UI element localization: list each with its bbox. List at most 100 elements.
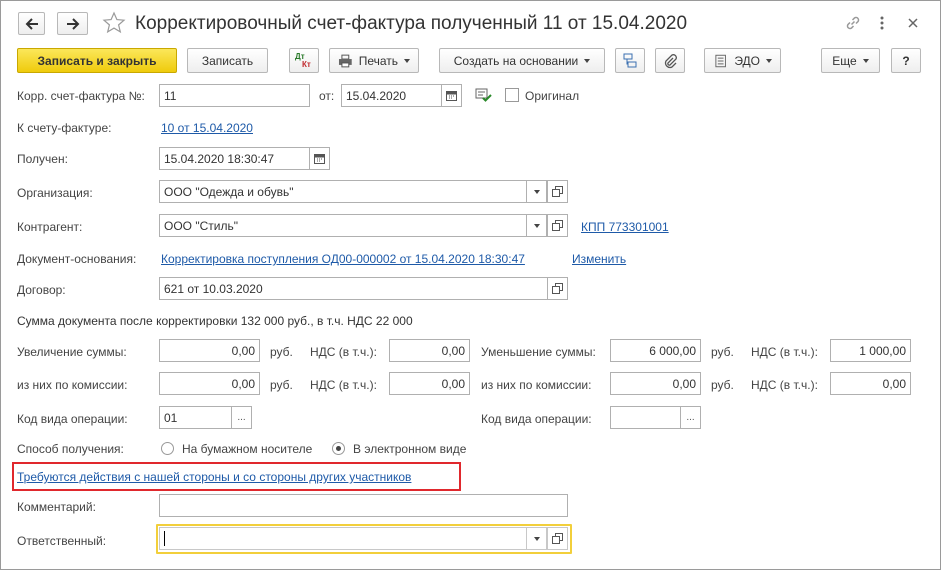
- change-link[interactable]: Изменить: [572, 252, 626, 266]
- chevron-down-icon: [404, 58, 410, 63]
- link-icon[interactable]: [844, 14, 862, 32]
- original-checkbox[interactable]: [505, 88, 519, 102]
- chevron-down-icon: [533, 223, 540, 228]
- rub-label: руб.: [711, 378, 734, 392]
- contractor-open-button[interactable]: [547, 214, 568, 237]
- responsible-label: Ответственный:: [17, 534, 107, 548]
- increase-commission-input[interactable]: 0,00: [159, 372, 260, 395]
- chevron-down-icon: [584, 58, 591, 63]
- basis-document-label: Документ-основания:: [17, 252, 137, 266]
- from-label: от:: [319, 89, 335, 103]
- more-button[interactable]: Еще: [821, 48, 880, 73]
- printer-icon: [338, 54, 352, 67]
- help-button[interactable]: ?: [891, 48, 921, 73]
- edo-icon: [715, 54, 726, 67]
- corr-number-input[interactable]: 11: [159, 84, 310, 107]
- dt-kt-button[interactable]: Дт Кт: [289, 48, 319, 73]
- increase-sum-label: Увеличение суммы:: [17, 345, 127, 359]
- more-vert-icon[interactable]: [875, 14, 889, 32]
- required-actions-link[interactable]: Требуются действия с нашей стороны и со …: [17, 470, 411, 484]
- decrease-commission-input[interactable]: 0,00: [610, 372, 701, 395]
- date-input[interactable]: 15.04.2020: [341, 84, 442, 107]
- increase-sum-input[interactable]: 0,00: [159, 339, 260, 362]
- document-sum-text: Сумма документа после корректировки 132 …: [17, 314, 413, 328]
- save-button[interactable]: Записать: [187, 48, 268, 73]
- structure-icon: [623, 53, 637, 67]
- organization-input[interactable]: ООО "Одежда и обувь": [159, 180, 527, 203]
- responsible-open-button[interactable]: [547, 527, 568, 550]
- original-label: Оригинал: [525, 89, 580, 103]
- kpp-link[interactable]: КПП 773301001: [581, 220, 669, 234]
- rub-label: руб.: [270, 345, 293, 359]
- operation-code-input[interactable]: 01: [159, 406, 232, 429]
- organization-label: Организация:: [17, 186, 93, 200]
- contractor-dropdown-button[interactable]: [526, 214, 547, 237]
- contract-input[interactable]: 621 от 10.03.2020: [159, 277, 548, 300]
- back-button[interactable]: [18, 12, 45, 35]
- electronic-radio-label: В электронном виде: [353, 442, 467, 456]
- received-input[interactable]: 15.04.2020 18:30:47: [159, 147, 310, 170]
- open-window-icon: [552, 283, 563, 294]
- operation-code-select-button-2[interactable]: ...: [680, 406, 701, 429]
- contractor-input[interactable]: ООО "Стиль": [159, 214, 527, 237]
- calendar-button[interactable]: [309, 147, 330, 170]
- arrow-right-icon: [66, 17, 79, 30]
- vat-label: НДС (в т.ч.):: [751, 345, 818, 359]
- comment-input[interactable]: [159, 494, 568, 517]
- organization-open-button[interactable]: [547, 180, 568, 203]
- rub-label: руб.: [270, 378, 293, 392]
- basis-document-link[interactable]: Корректировка поступления ОД00-000002 от…: [161, 252, 525, 266]
- to-invoice-label: К счету-фактуре:: [17, 121, 112, 135]
- decrease-sum-label: Уменьшение суммы:: [481, 345, 596, 359]
- organization-dropdown-button[interactable]: [526, 180, 547, 203]
- open-window-icon: [552, 533, 563, 544]
- increase-commission-vat-input[interactable]: 0,00: [389, 372, 470, 395]
- increase-vat-input[interactable]: 0,00: [389, 339, 470, 362]
- arrow-left-icon: [25, 17, 38, 30]
- received-label: Получен:: [17, 152, 68, 166]
- responsible-input[interactable]: [159, 527, 527, 550]
- calendar-button[interactable]: [441, 84, 462, 107]
- chevron-down-icon: [766, 58, 772, 63]
- chevron-down-icon: [533, 189, 540, 194]
- vat-label: НДС (в т.ч.):: [310, 378, 377, 392]
- paper-radio[interactable]: [161, 442, 174, 455]
- structure-button[interactable]: [615, 48, 645, 73]
- open-window-icon: [552, 186, 563, 197]
- operation-code-label-2: Код вида операции:: [481, 412, 592, 426]
- window-title: Корректировочный счет-фактура полученный…: [135, 13, 688, 34]
- create-based-on-button[interactable]: Создать на основании: [439, 48, 605, 73]
- contract-open-button[interactable]: [547, 277, 568, 300]
- to-invoice-link[interactable]: 10 от 15.04.2020: [161, 121, 253, 135]
- contract-label: Договор:: [17, 283, 66, 297]
- electronic-radio[interactable]: [332, 442, 345, 455]
- dt-kt-icon: Дт Кт: [295, 51, 311, 69]
- receipt-method-label: Способ получения:: [17, 442, 124, 456]
- print-button[interactable]: Печать: [329, 48, 419, 73]
- operation-code-select-button[interactable]: ...: [231, 406, 252, 429]
- text-cursor: [164, 531, 165, 546]
- corr-number-label: Корр. счет-фактура №:: [17, 89, 145, 103]
- responsible-dropdown-button[interactable]: [526, 527, 547, 550]
- attach-button[interactable]: [655, 48, 685, 73]
- decrease-sum-input[interactable]: 6 000,00: [610, 339, 701, 362]
- comment-label: Комментарий:: [17, 500, 96, 514]
- decrease-commission-vat-input[interactable]: 0,00: [830, 372, 911, 395]
- edo-button[interactable]: ЭДО: [704, 48, 781, 73]
- operation-code-label: Код вида операции:: [17, 412, 128, 426]
- radio-selected-dot: [336, 446, 341, 451]
- calendar-icon: [446, 91, 457, 101]
- paperclip-icon: [664, 53, 677, 68]
- forward-button[interactable]: [57, 12, 88, 35]
- close-icon[interactable]: [905, 15, 921, 31]
- decrease-vat-input[interactable]: 1 000,00: [830, 339, 911, 362]
- save-and-close-button[interactable]: Записать и закрыть: [17, 48, 177, 73]
- vat-label: НДС (в т.ч.):: [751, 378, 818, 392]
- contractor-label: Контрагент:: [17, 220, 83, 234]
- document-window: Корректировочный счет-фактура полученный…: [0, 0, 941, 570]
- favorite-star-icon[interactable]: [102, 11, 126, 35]
- chevron-down-icon: [533, 536, 540, 541]
- commission-label: из них по комиссии:: [481, 378, 592, 392]
- paper-radio-label: На бумажном носителе: [182, 442, 313, 456]
- operation-code-input-2[interactable]: [610, 406, 681, 429]
